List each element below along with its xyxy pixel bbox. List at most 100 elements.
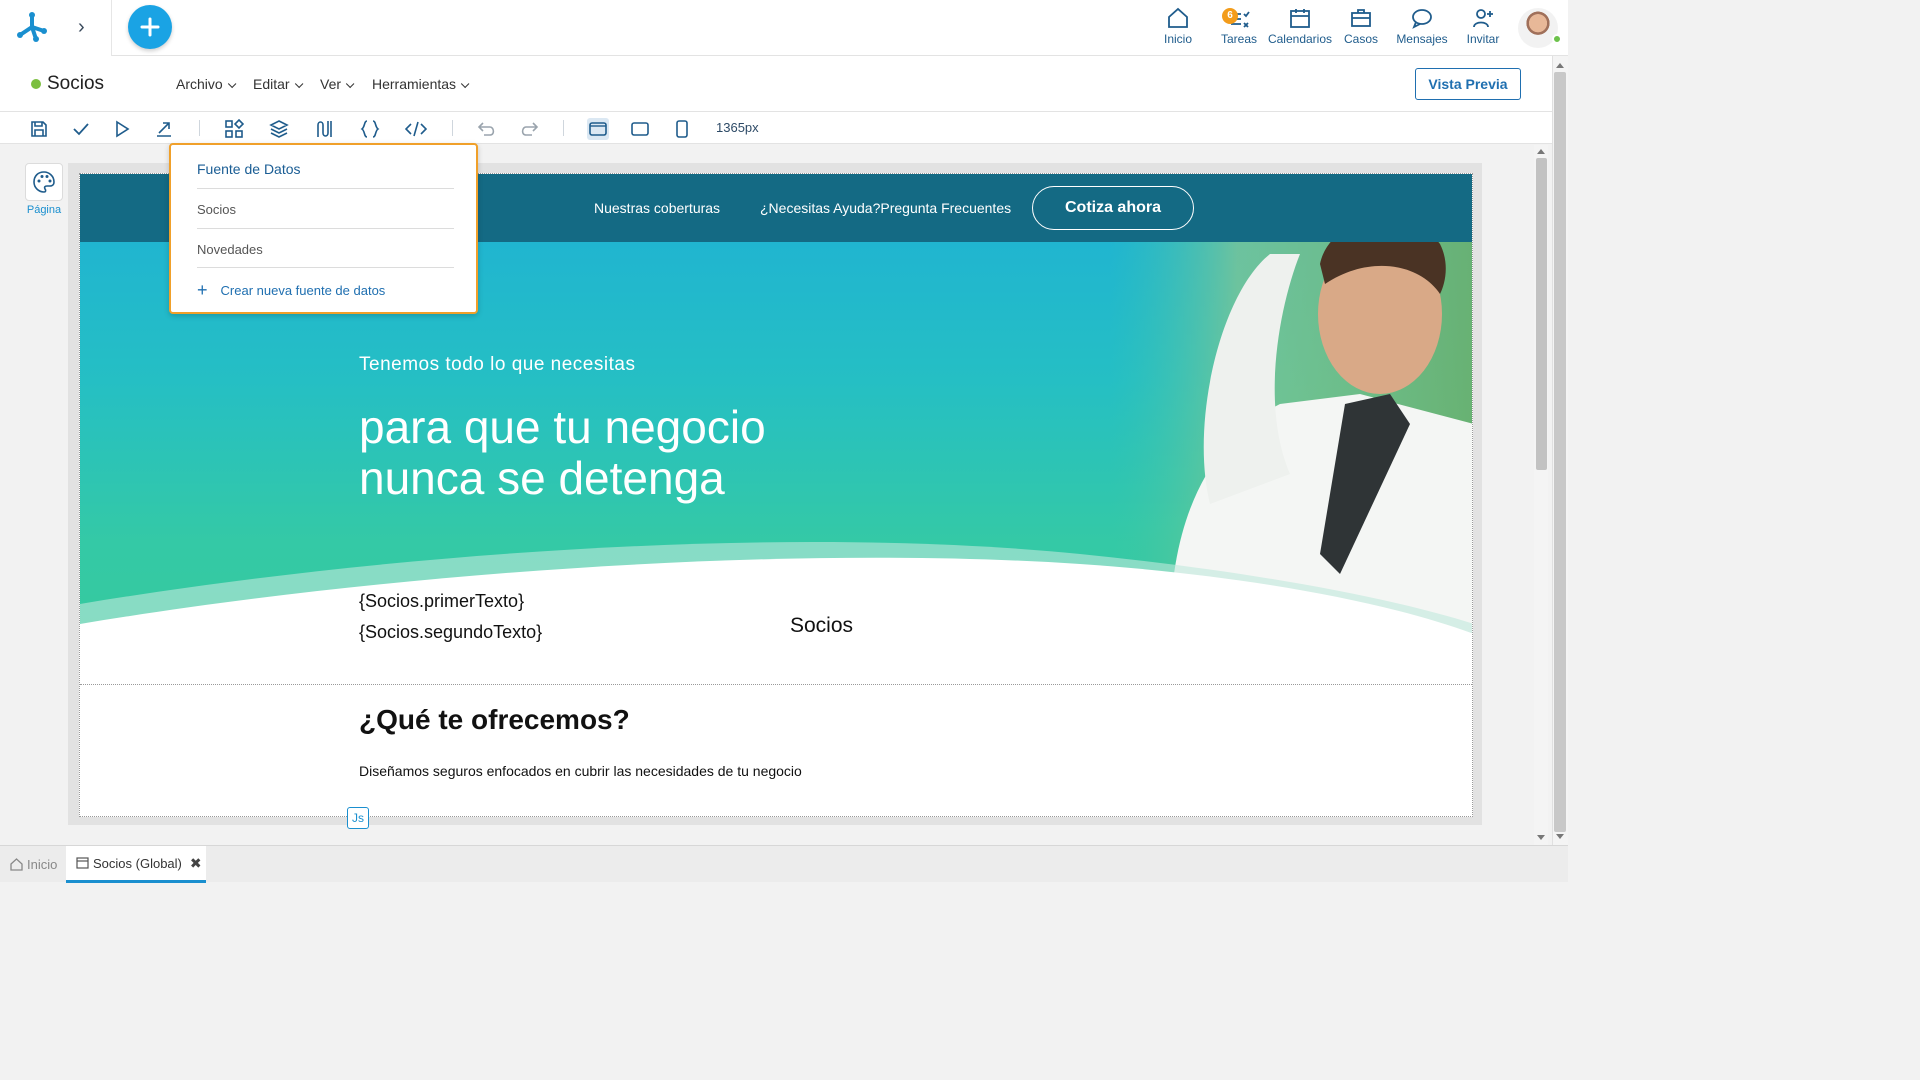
page-properties-label: Página <box>26 204 62 216</box>
nav-mensajes[interactable]: Mensajes <box>1387 6 1457 46</box>
desktop-view-button[interactable] <box>587 118 609 140</box>
offer-text: Diseñamos seguros enfocados en cubrir la… <box>359 763 802 779</box>
preview-button[interactable]: Vista Previa <box>1415 68 1521 100</box>
page-properties-button[interactable] <box>25 163 63 201</box>
menu-label: Archivo <box>176 76 223 92</box>
datasource-icon <box>317 121 332 137</box>
close-tab-icon[interactable]: ✖ <box>190 855 202 872</box>
code-button[interactable] <box>405 118 427 140</box>
logo-area: › <box>0 0 112 56</box>
dropdown-divider <box>197 267 454 268</box>
menu-label: Editar <box>253 76 290 92</box>
mobile-icon <box>676 120 688 138</box>
nav-link-ayuda[interactable]: ¿Necesitas Ayuda?Pregunta Frecuentes <box>760 200 1011 216</box>
hero-wave-divider <box>80 542 1472 654</box>
braces-icon <box>360 120 380 138</box>
components-grid-icon <box>225 119 244 138</box>
tab-socios-global[interactable]: Socios (Global) ✖ <box>66 846 206 883</box>
dropdown-header: Fuente de Datos <box>197 161 301 177</box>
menu-ver[interactable]: Ver <box>320 76 355 92</box>
play-icon <box>116 120 130 138</box>
document-title: Socios <box>47 73 105 94</box>
create-datasource-button[interactable]: + Crear nueva fuente de datos <box>197 280 385 300</box>
home-icon <box>1168 7 1188 28</box>
tab-inicio[interactable]: Inicio <box>0 846 66 883</box>
nav-casos[interactable]: Casos <box>1326 6 1396 46</box>
desktop-icon <box>589 122 607 136</box>
socios-label: Socios <box>790 614 854 637</box>
nav-label: Tareas <box>1220 32 1258 46</box>
layers-button[interactable] <box>268 118 290 140</box>
invite-user-icon <box>1473 9 1493 28</box>
viewport-width-label: 1365px <box>716 120 759 135</box>
toolbar-divider <box>199 120 200 136</box>
mobile-view-button[interactable] <box>671 118 693 140</box>
window-scroll-down-arrow-icon[interactable] <box>1556 834 1564 839</box>
nav-calendarios[interactable]: Calendarios <box>1265 6 1335 46</box>
menu-archivo[interactable]: Archivo <box>176 76 237 92</box>
run-button[interactable] <box>111 118 133 140</box>
window-scrollbar-thumb[interactable] <box>1554 72 1566 832</box>
scroll-up-arrow-icon[interactable] <box>1537 149 1545 154</box>
offer-title: ¿Qué te ofrecemos? <box>359 704 630 735</box>
publish-button[interactable] <box>153 118 175 140</box>
section-divider <box>80 684 1472 685</box>
validate-button[interactable] <box>70 118 92 140</box>
tasks-badge: 6 <box>1222 8 1238 24</box>
nav-inicio[interactable]: Inicio <box>1143 6 1213 46</box>
chevron-down-icon <box>460 79 470 89</box>
menu-label: Herramientas <box>372 76 457 92</box>
expand-chevron-icon[interactable]: › <box>78 16 85 39</box>
layers-icon <box>269 120 289 138</box>
components-button[interactable] <box>223 118 245 140</box>
nav-invitar[interactable]: Invitar <box>1448 6 1518 46</box>
chevron-down-icon <box>345 79 355 89</box>
palette-icon <box>33 171 55 193</box>
plus-icon: + <box>197 280 208 300</box>
canvas-scrollbar-thumb[interactable] <box>1536 158 1547 470</box>
scroll-down-arrow-icon[interactable] <box>1537 835 1545 840</box>
nav-link-coberturas[interactable]: Nuestras coberturas <box>594 200 720 216</box>
window-scroll-up-arrow-icon[interactable] <box>1556 63 1564 68</box>
field-primer-texto: {Socios.primerTexto} <box>359 591 525 611</box>
datasource-button[interactable] <box>313 118 335 140</box>
hero-title: para que tu negocio nunca se detenga <box>359 402 766 504</box>
datasource-fields[interactable]: {Socios.primerTexto} {Socios.segundoText… <box>359 586 542 648</box>
redo-button[interactable] <box>518 118 540 140</box>
js-component-chip[interactable]: Js <box>347 807 369 829</box>
cta-button[interactable]: Cotiza ahora <box>1032 186 1194 230</box>
app-logo-icon[interactable] <box>14 9 50 45</box>
menu-herramientas[interactable]: Herramientas <box>372 76 470 92</box>
status-dot <box>31 79 41 89</box>
toolbar-divider <box>563 120 564 136</box>
undo-button[interactable] <box>476 118 498 140</box>
dropdown-item-socios[interactable]: Socios <box>197 202 236 217</box>
nav-label: Invitar <box>1466 32 1500 46</box>
datasource-dropdown: Fuente de Datos Socios Novedades + Crear… <box>169 143 478 314</box>
app-bar: › Inicio 6 Tareas Calendarios Casos Mens… <box>0 0 1568 56</box>
home-icon <box>10 858 23 871</box>
nav-label: Casos <box>1343 32 1378 46</box>
field-segundo-texto: {Socios.segundoTexto} <box>359 622 543 642</box>
calendar-icon <box>1290 9 1310 28</box>
redo-icon <box>521 122 539 136</box>
save-icon <box>31 121 47 137</box>
code-icon <box>405 121 427 137</box>
export-icon <box>157 122 171 137</box>
create-new-button[interactable] <box>128 5 172 49</box>
message-icon <box>1412 9 1432 29</box>
nav-tareas[interactable]: 6 Tareas <box>1204 6 1274 46</box>
dropdown-item-novedades[interactable]: Novedades <box>197 242 263 257</box>
hero-title-line: para que tu negocio <box>359 401 766 453</box>
hero-subtitle: Tenemos todo lo que necesitas <box>359 354 636 375</box>
briefcase-icon <box>1351 9 1371 27</box>
variables-button[interactable] <box>359 118 381 140</box>
tablet-view-button[interactable] <box>629 118 651 140</box>
tab-label: Inicio <box>27 857 58 872</box>
dropdown-divider <box>197 188 454 189</box>
chevron-down-icon <box>227 79 237 89</box>
save-button[interactable] <box>28 118 50 140</box>
menu-editar[interactable]: Editar <box>253 76 303 92</box>
dropdown-divider <box>197 228 454 229</box>
undo-icon <box>477 122 495 136</box>
